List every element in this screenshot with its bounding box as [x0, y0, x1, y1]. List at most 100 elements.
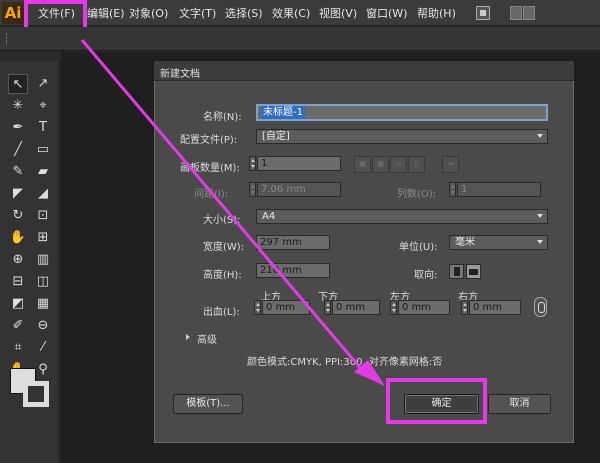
width-label: 宽度(W): [203, 242, 245, 253]
columns-field[interactable]: 1 [457, 182, 541, 197]
bridge-icon[interactable] [476, 6, 490, 20]
size-label: 大小(S): [203, 215, 241, 226]
menu-view[interactable]: 视图(V) [319, 5, 357, 21]
profile-select[interactable]: [自定] [256, 129, 548, 144]
arrange-documents-icon[interactable] [510, 6, 538, 20]
rotate-tool-icon[interactable]: ↻ [8, 206, 28, 226]
menu-select[interactable]: 选择(S) [225, 5, 263, 21]
artboard-tool-icon[interactable]: ⌗ [8, 338, 28, 358]
column-graph-tool-icon[interactable]: ▥ [33, 250, 53, 270]
selection-tool-icon[interactable]: ↖ [8, 74, 28, 94]
size-value: A4 [262, 211, 276, 222]
spacing-label: 间距(I): [194, 189, 229, 200]
bleed-label: 出血(L): [203, 307, 240, 318]
menu-help[interactable]: 帮助(H) [417, 5, 456, 21]
chevron-down-icon [537, 134, 543, 138]
bleed-bottom-field[interactable]: 0 mm [332, 300, 380, 315]
name-label: 名称(N): [203, 112, 242, 123]
pen-tool-icon[interactable]: ✒ [8, 118, 28, 138]
arrange-by-row-icon[interactable]: ▭ [390, 156, 407, 173]
live-paint-tool-icon[interactable]: ✐ [8, 316, 28, 336]
bleed-left-field[interactable]: 0 mm [398, 300, 450, 315]
bleed-left-stepper[interactable] [390, 300, 397, 315]
units-select[interactable]: 毫米 [449, 235, 548, 250]
name-value: 未标题-1 [261, 106, 305, 119]
menu-effect[interactable]: 效果(C) [272, 5, 310, 21]
dialog-titlebar[interactable]: 新建文档 [154, 61, 574, 81]
bleed-top-stepper[interactable] [254, 300, 261, 315]
artboard-layout-group: ▦ ▦ ▭ ▯ [354, 156, 434, 173]
dialog-title: 新建文档 [160, 69, 200, 80]
chevron-down-icon [537, 240, 543, 244]
ok-button-highlight-box [386, 378, 487, 424]
profile-label: 配置文件(P): [180, 135, 238, 146]
mesh-tool-icon[interactable]: ⊟ [8, 272, 28, 292]
grip-icon[interactable] [6, 33, 8, 45]
link-bleed-icon[interactable] [534, 297, 547, 317]
columns-label: 列数(O): [397, 189, 437, 200]
chevron-right-icon[interactable] [186, 334, 190, 340]
chevron-down-icon [537, 214, 543, 218]
scale-tool-icon[interactable]: ⊡ [33, 206, 53, 226]
direct-selection-tool-icon[interactable]: ↗ [33, 74, 53, 94]
blend-tool-icon[interactable]: ▦ [33, 294, 53, 314]
arrange-by-column-icon[interactable]: ▯ [408, 156, 425, 173]
advanced-toggle[interactable]: 高级 [197, 331, 217, 346]
menu-object[interactable]: 对象(O) [129, 5, 168, 21]
size-select[interactable]: A4 [256, 209, 548, 224]
line-tool-icon[interactable]: ╱ [8, 140, 28, 160]
templates-button[interactable]: 模板(T)... [173, 394, 243, 414]
columns-stepper[interactable] [449, 182, 456, 197]
bleed-top-field[interactable]: 0 mm [262, 300, 310, 315]
artboards-stepper[interactable] [249, 156, 256, 171]
height-field[interactable]: 210 mm [256, 263, 330, 278]
width-field[interactable]: 297 mm [256, 235, 330, 250]
lasso-tool-icon[interactable]: ⌖ [33, 96, 53, 116]
blob-brush-tool-icon[interactable]: ▰ [33, 162, 53, 182]
symbol-sprayer-tool-icon[interactable]: ⊕ [8, 250, 28, 270]
profile-value: [自定] [262, 131, 290, 142]
free-transform-tool-icon[interactable]: ⊞ [33, 228, 53, 248]
tools-panel: ↖↗✳⌖✒T╱▭✎▰◤◢↻⊡✋⊞⊕▥⊟◫◩▦✐⊖⌗⁄✋⚲ [0, 52, 60, 463]
portrait-icon[interactable] [449, 264, 464, 279]
menu-type[interactable]: 文字(T) [179, 5, 216, 21]
stroke-swatch[interactable] [23, 381, 49, 407]
grid-by-column-icon[interactable]: ▦ [372, 156, 389, 173]
rectangle-tool-icon[interactable]: ▭ [33, 140, 53, 160]
live-paint-select-tool-icon[interactable]: ⊖ [33, 316, 53, 336]
magic-wand-tool-icon[interactable]: ✳ [8, 96, 28, 116]
right-to-left-icon[interactable]: → [442, 156, 459, 173]
fill-stroke-swatch[interactable] [10, 368, 50, 408]
slice-tool-icon[interactable]: ⁄ [33, 338, 53, 358]
new-document-dialog: 新建文档 名称(N): 未标题-1 配置文件(P): [自定] 画板数量(M):… [153, 60, 575, 444]
eraser-tool-icon[interactable]: ◤ [8, 184, 28, 204]
bleed-right-field[interactable]: 0 mm [469, 300, 521, 315]
bleed-bottom-stepper[interactable] [324, 300, 331, 315]
units-value: 毫米 [455, 237, 475, 248]
bleed-right-stepper[interactable] [461, 300, 468, 315]
artboards-field[interactable]: 1 [257, 156, 341, 171]
menu-edit[interactable]: 编辑(E) [87, 5, 125, 21]
tools-panel-header[interactable] [0, 52, 60, 61]
illustrator-logo: Ai [2, 2, 24, 24]
eyedropper-tool-icon[interactable]: ◩ [8, 294, 28, 314]
document-summary: 颜色模式:CMYK, PPI:300, 对齐像素网格:否 [247, 357, 443, 368]
name-field[interactable]: 未标题-1 [256, 104, 548, 121]
orientation-label: 取向: [414, 270, 438, 281]
spacing-field[interactable]: 7.06 mm [257, 182, 341, 197]
gradient-tool-icon[interactable]: ◫ [33, 272, 53, 292]
spacing-stepper[interactable] [249, 182, 256, 197]
landscape-icon[interactable] [466, 264, 481, 279]
artboards-label: 画板数量(M): [180, 163, 240, 174]
paintbrush-tool-icon[interactable]: ✎ [8, 162, 28, 182]
grid-by-row-icon[interactable]: ▦ [354, 156, 371, 173]
units-label: 单位(U): [399, 242, 438, 253]
menu-bar: Ai 文件(F) 编辑(E) 对象(O) 文字(T) 选择(S) 效果(C) 视… [0, 0, 600, 26]
scissors-tool-icon[interactable]: ◢ [33, 184, 53, 204]
warp-tool-icon[interactable]: ✋ [8, 228, 28, 248]
menu-window[interactable]: 窗口(W) [366, 5, 407, 21]
type-tool-icon[interactable]: T [33, 118, 53, 138]
control-bar [0, 27, 600, 51]
cancel-button[interactable]: 取消 [488, 394, 551, 414]
height-label: 高度(H): [203, 270, 242, 281]
